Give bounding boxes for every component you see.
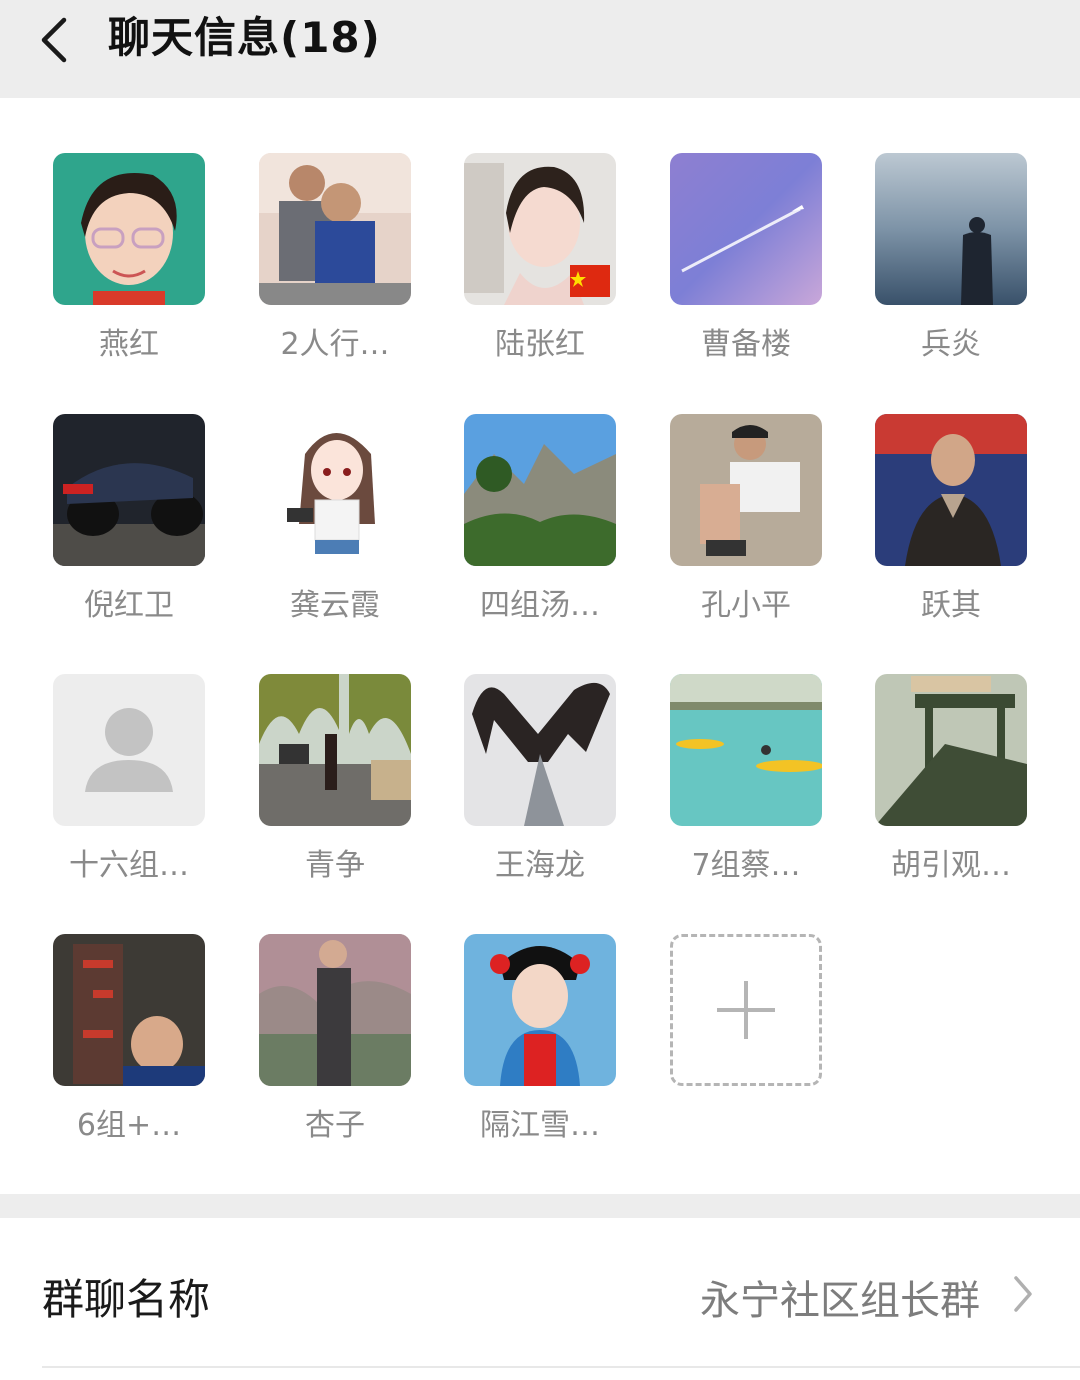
member-item[interactable]: 陆张红 [437, 153, 643, 393]
member-item[interactable]: 曹备楼 [643, 153, 849, 393]
member-item[interactable]: 跃其 [848, 414, 1054, 654]
member-name: 6组+… [76, 1108, 182, 1143]
member-name: 倪红卫 [84, 588, 174, 623]
group-name-value: 永宁社区组长群 [700, 1278, 980, 1324]
member-item[interactable]: 7组蔡… [643, 674, 849, 914]
member-name: 陆张红 [495, 327, 585, 362]
member-name: 十六组… [69, 848, 189, 883]
member-item[interactable]: 王海龙 [437, 674, 643, 914]
back-arrow-icon[interactable] [28, 10, 88, 70]
girl-glasses-avatar[interactable] [53, 153, 205, 305]
plus-icon [717, 981, 775, 1039]
member-name: 跃其 [921, 588, 981, 623]
girl-costume-avatar[interactable] [464, 934, 616, 1086]
man-child-avatar[interactable] [259, 153, 411, 305]
member-item[interactable]: 倪红卫 [26, 414, 232, 654]
member-item[interactable]: 杏子 [232, 934, 438, 1174]
section-divider [0, 1194, 1080, 1218]
man-sea-avatar[interactable] [875, 153, 1027, 305]
member-name: 燕红 [99, 327, 159, 362]
kayak-sea-avatar[interactable] [670, 674, 822, 826]
member-name: 曹备楼 [701, 327, 791, 362]
top-bar: 聊天信息(18) [0, 0, 1080, 98]
woman-tree-avatar[interactable] [259, 934, 411, 1086]
woman-flag-avatar[interactable] [464, 153, 616, 305]
member-grid: 燕红 2人行… 陆张红 曹备楼 兵炎 倪红卫 龚云霞 四组汤… 孔小平 跃其 十… [0, 98, 1080, 1194]
old-march-avatar[interactable] [875, 674, 1027, 826]
chevron-right-icon [1014, 1276, 1032, 1312]
group-name-row[interactable]: 群聊名称 永宁社区组长群 [0, 1218, 1080, 1368]
member-item[interactable]: 隔江雪… [437, 934, 643, 1174]
member-item[interactable]: 胡引观… [848, 674, 1054, 914]
member-item[interactable]: 6组+… [26, 934, 232, 1174]
add-member-button[interactable] [670, 934, 822, 1086]
add-member-item[interactable] [643, 934, 849, 1174]
member-item[interactable]: 2人行… [232, 153, 438, 393]
member-item[interactable]: 十六组… [26, 674, 232, 914]
member-name: 龚云霞 [290, 588, 380, 623]
member-item[interactable]: 孔小平 [643, 414, 849, 654]
member-item[interactable]: 青争 [232, 674, 438, 914]
elder-man-avatar[interactable] [875, 414, 1027, 566]
member-name: 胡引观… [891, 848, 1011, 883]
boy-sitting-avatar[interactable] [670, 414, 822, 566]
hands-tower-avatar[interactable] [464, 674, 616, 826]
group-name-label: 群聊名称 [42, 1275, 211, 1324]
member-item[interactable]: 四组汤… [437, 414, 643, 654]
member-name: 杏子 [305, 1108, 365, 1143]
member-item[interactable]: 龚云霞 [232, 414, 438, 654]
member-item[interactable]: 兵炎 [848, 153, 1054, 393]
member-name: 孔小平 [701, 588, 791, 623]
row-divider [42, 1366, 1080, 1368]
member-name: 兵炎 [921, 327, 981, 362]
page-title: 聊天信息(18) [108, 13, 381, 62]
mountain-avatar[interactable] [464, 414, 616, 566]
default-avatar[interactable] [53, 674, 205, 826]
member-name: 青争 [305, 848, 365, 883]
cartoon-girl-camera-avatar[interactable] [259, 414, 411, 566]
member-item[interactable]: 燕红 [26, 153, 232, 393]
member-name: 四组汤… [480, 588, 600, 623]
motorcycle-avatar[interactable] [53, 414, 205, 566]
member-name: 2人行… [280, 327, 390, 362]
member-name: 7组蔡… [691, 848, 801, 883]
airplane-sky-avatar[interactable] [670, 153, 822, 305]
man-rock-avatar[interactable] [53, 934, 205, 1086]
park-walk-avatar[interactable] [259, 674, 411, 826]
member-name: 王海龙 [495, 848, 585, 883]
member-name: 隔江雪… [480, 1108, 600, 1143]
